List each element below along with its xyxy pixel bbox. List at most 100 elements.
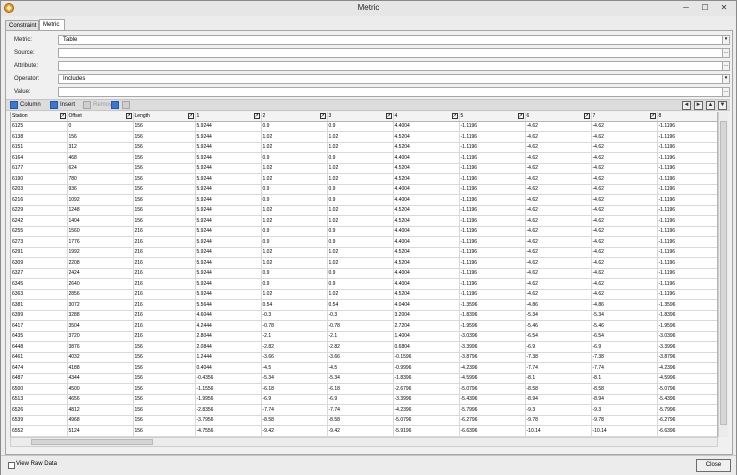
column-header-2[interactable]: Length ↗ [133,112,196,122]
table-row[interactable]: 6327 2424 216 5.9244 0.9 0.9 4.4004 -1.1196 -4.6… [11,268,717,279]
table-cell[interactable]: -4.62 [591,226,658,237]
sort-icon[interactable]: ↗ [125,113,132,119]
table-cell[interactable]: -3.3996 [393,394,460,405]
table-cell[interactable]: 0.9 [261,184,328,195]
table-cell[interactable]: -9.78 [591,415,658,426]
table-cell[interactable]: -1.9596 [459,320,526,332]
table-cell[interactable]: -8.94 [591,394,658,405]
table-cell[interactable]: -4.62 [591,121,658,132]
table-cell[interactable]: 1.02 [261,247,328,258]
value-field[interactable]: ... [58,87,730,97]
table-cell[interactable]: -1.1196 [657,152,717,164]
table-cell[interactable]: -6.54 [525,331,592,342]
column-header-4[interactable]: 2 ↗ [261,112,328,122]
table-cell[interactable]: 5.9244 [195,268,262,279]
table-cell[interactable]: 0.9 [327,184,394,195]
table-cell[interactable]: 156 [133,184,196,195]
table-row[interactable]: 6229 1248 156 5.9244 1.02 1.02 4.5204 -1.1196 -4… [11,205,717,216]
metric-select[interactable]: Table ▾ [58,35,730,45]
attribute-browse-button[interactable]: ... [722,61,730,71]
table-cell[interactable]: 156 [133,163,196,174]
table-cell[interactable]: 5.9244 [195,205,262,216]
table-cell[interactable]: -5.4396 [459,394,526,405]
table-cell[interactable]: 780 [67,173,134,185]
table-cell[interactable]: 5.9244 [195,278,262,290]
chevron-down-icon[interactable]: ▾ [722,35,730,45]
table-row[interactable]: 6399 3288 216 4.6044 -0.3 -0.3 3.2004 -1.8396 -5… [11,310,717,321]
table-cell[interactable]: 216 [133,226,196,237]
table-cell[interactable]: 4.4004 [393,268,460,279]
table-cell[interactable]: -1.1196 [657,215,717,227]
table-cell[interactable]: 216 [133,299,196,311]
table-cell[interactable]: -6.9 [525,341,592,353]
table-cell[interactable]: -4.62 [525,194,592,206]
source-browse-button[interactable]: ... [722,48,730,58]
table-cell[interactable]: 1776 [67,236,134,248]
table-cell[interactable]: 4.5204 [393,289,460,300]
table-cell[interactable]: 0.9 [261,278,328,290]
sort-icon[interactable]: ↗ [59,113,66,119]
table-cell[interactable]: 1.02 [327,131,394,143]
table-cell[interactable]: 624 [67,163,134,174]
table-cell[interactable]: 6345 [11,278,68,290]
table-cell[interactable]: -4.62 [525,236,592,248]
table-cell[interactable]: -1.8396 [393,373,460,384]
table-cell[interactable]: 5.9244 [195,131,262,143]
table-cell[interactable]: 6273 [11,236,68,248]
table-cell[interactable]: -3.66 [261,352,328,363]
table-cell[interactable]: -5.46 [591,320,658,332]
table-cell[interactable]: 6291 [11,247,68,258]
sort-icon[interactable]: ↗ [649,113,656,119]
table-cell[interactable]: 0.9 [261,121,328,132]
table-cell[interactable]: 4.4004 [393,226,460,237]
table-cell[interactable]: -1.1196 [459,205,526,216]
table-row[interactable]: 6164 468 156 5.9244 0.9 0.9 4.4004 -1.1196 -4.62… [11,152,717,164]
table-cell[interactable]: -8.1 [591,373,658,384]
table-cell[interactable]: -4.62 [525,257,592,269]
table-row[interactable]: 6552 5124 156 -4.7556 -9.42 -9.42 -5.9196 -6.63… [11,425,717,437]
table-cell[interactable]: -8.58 [327,415,394,426]
table-cell[interactable]: 216 [133,236,196,248]
table-cell[interactable]: -4.62 [525,121,592,132]
paste-button[interactable] [122,101,132,110]
table-cell[interactable]: -2.8356 [195,404,262,416]
table-cell[interactable]: 4.6044 [195,310,262,321]
table-cell[interactable]: 0.9 [261,194,328,206]
table-cell[interactable]: -8.58 [525,383,592,395]
table-cell[interactable]: -4.62 [591,173,658,185]
table-cell[interactable]: -4.62 [525,142,592,153]
table-cell[interactable]: -7.74 [261,404,328,416]
table-cell[interactable]: -7.74 [591,362,658,374]
table-cell[interactable]: 5.9244 [195,163,262,174]
table-cell[interactable]: 1404 [67,215,134,227]
table-cell[interactable]: 2.7204 [393,320,460,332]
table-cell[interactable]: -5.34 [261,373,328,384]
move-left-button[interactable]: ◄ [682,101,691,110]
table-cell[interactable]: 4.5204 [393,247,460,258]
table-cell[interactable]: -3.3996 [657,341,717,353]
table-cell[interactable]: -5.46 [525,320,592,332]
table-cell[interactable]: -8.58 [591,383,658,395]
table-cell[interactable]: 0.54 [327,299,394,311]
view-raw-data-checkbox[interactable] [8,462,15,469]
table-row[interactable]: 6216 1092 156 5.9244 0.9 0.9 4.4004 -1.1196 -4.6… [11,194,717,206]
table-cell[interactable]: 0.9 [327,268,394,279]
table-cell[interactable]: 156 [133,352,196,363]
sort-icon[interactable]: ↗ [319,113,326,119]
table-cell[interactable]: -1.1196 [459,121,526,132]
table-cell[interactable]: -2.82 [261,341,328,353]
table-row[interactable]: 6125 0 156 5.9244 0.9 0.9 4.4004 -1.1196 -4.62 -4… [11,121,717,132]
table-cell[interactable]: -1.1196 [459,152,526,164]
table-cell[interactable]: -4.62 [525,289,592,300]
metric-table[interactable]: Station↗Offset↗Length↗1↗2↗3↗4↗5↗6↗7↗8↗ 6… [10,112,718,437]
table-cell[interactable]: 4.4004 [393,121,460,132]
table-cell[interactable]: 0.9 [327,121,394,132]
table-cell[interactable]: 6448 [11,341,68,353]
table-row[interactable]: 6345 2640 216 5.9244 0.9 0.9 4.4004 -1.1196 -4.6… [11,278,717,290]
table-cell[interactable]: 6399 [11,310,68,321]
table-cell[interactable]: 6435 [11,331,68,342]
table-cell[interactable]: 4344 [67,373,134,384]
table-cell[interactable]: 2.8044 [195,331,262,342]
table-cell[interactable]: 6552 [11,425,68,437]
table-cell[interactable]: 6327 [11,268,68,279]
